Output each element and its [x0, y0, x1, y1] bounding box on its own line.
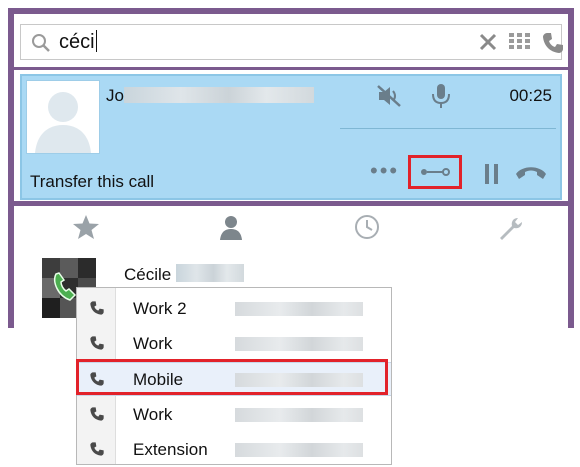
menu-item-label: Mobile [133, 370, 184, 389]
more-icon[interactable]: ••• [370, 158, 399, 184]
pause-icon[interactable] [484, 164, 500, 184]
contact-tabs [14, 210, 568, 248]
transfer-button[interactable] [408, 155, 462, 189]
redacted-text [175, 264, 244, 282]
menu-item-work-alt[interactable]: Work [77, 398, 391, 432]
phone-icon [90, 407, 104, 421]
phone-number-menu: Work 2 Work Mobile Work Extension [76, 287, 392, 465]
menu-item-label: Extension [133, 440, 208, 459]
redacted-number [235, 337, 363, 351]
phone-icon [90, 301, 104, 315]
app-window: céci Jo 00:25 Transfer this call ••• Céc… [8, 8, 574, 328]
transfer-icon [421, 168, 450, 176]
tabs-separator [14, 201, 568, 206]
phone-icon [90, 372, 104, 386]
menu-item-label: Work 2 [133, 299, 187, 318]
transfer-status-text: Transfer this call [30, 172, 155, 191]
menu-item-mobile[interactable]: Mobile [77, 362, 391, 396]
hang-up-icon[interactable] [514, 162, 548, 182]
menu-item-work-2[interactable]: Work 2 [77, 292, 391, 326]
favorites-star-icon[interactable] [72, 214, 100, 240]
clear-icon[interactable] [477, 31, 499, 53]
speaker-mute-icon[interactable] [376, 84, 402, 108]
call-timer: 00:25 [509, 86, 552, 105]
microphone-icon[interactable] [430, 82, 452, 110]
redacted-number [235, 373, 363, 387]
phone-icon [90, 442, 104, 456]
caller-avatar [26, 80, 100, 154]
search-input[interactable]: céci [20, 24, 565, 60]
menu-item-work[interactable]: Work [77, 327, 391, 361]
menu-item-label: Work [133, 405, 173, 424]
settings-wrench-icon[interactable] [496, 214, 524, 242]
phone-icon [90, 336, 104, 350]
phone-icon[interactable] [541, 31, 565, 55]
menu-item-extension[interactable]: Extension [77, 433, 391, 467]
search-bar: céci [14, 14, 568, 70]
redacted-number [235, 408, 363, 422]
menu-item-label: Work [133, 334, 173, 353]
search-query: céci [59, 30, 97, 53]
person-placeholder-icon [35, 92, 91, 153]
redacted-number [235, 302, 363, 316]
redacted-number [235, 443, 363, 457]
history-clock-icon[interactable] [354, 214, 380, 240]
caller-name: Jo [106, 86, 314, 106]
dialpad-icon[interactable] [509, 33, 531, 53]
active-call-panel: Jo 00:25 Transfer this call ••• [20, 74, 562, 200]
divider [340, 128, 556, 129]
search-icon [32, 34, 50, 52]
contacts-person-icon[interactable] [218, 214, 244, 240]
redacted-text [123, 87, 314, 103]
contact-name[interactable]: Cécile [124, 264, 244, 285]
